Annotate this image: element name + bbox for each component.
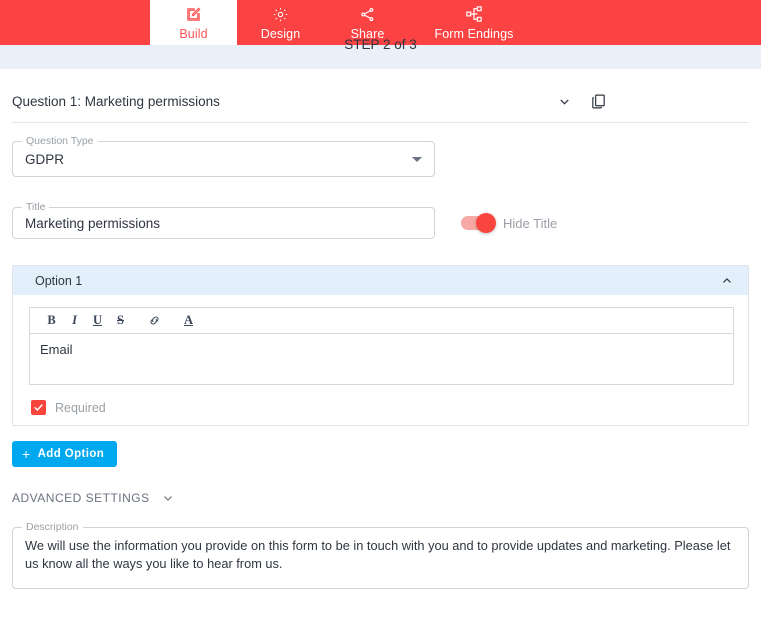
option-panel-header[interactable]: Option 1	[13, 266, 748, 295]
question-header-title: Question 1: Marketing permissions	[12, 94, 220, 109]
rich-text-toolbar: B I U S A	[29, 307, 734, 333]
hide-title-toggle-knob	[476, 213, 496, 233]
question-editor-panel: Question 1: Marketing permissions Questi…	[0, 81, 761, 621]
chevron-down-icon	[161, 491, 175, 505]
description-row: Description We will use the information …	[12, 521, 749, 589]
step-banner: STEP 2 of 3	[0, 37, 761, 69]
title-field-label: Title	[22, 201, 50, 213]
question-type-select[interactable]: Question Type GDPR	[12, 135, 435, 177]
description-field[interactable]: Description We will use the information …	[12, 521, 749, 589]
question-type-row: Question Type GDPR	[12, 135, 435, 177]
add-option-button[interactable]: + Add Option	[12, 441, 118, 467]
chevron-up-icon[interactable]	[720, 274, 734, 288]
description-textarea[interactable]: We will use the information you provide …	[25, 537, 736, 579]
strikethrough-icon[interactable]: S	[109, 310, 132, 332]
title-field[interactable]: Title	[12, 201, 435, 239]
bold-icon[interactable]: B	[40, 310, 63, 332]
question-header-actions	[557, 93, 607, 110]
step-indicator-text: STEP 2 of 3	[344, 37, 417, 52]
option-panel-label: Option 1	[35, 273, 83, 288]
option-panel: Option 1 B I U S A Email Required	[12, 265, 749, 426]
sitemap-icon	[465, 5, 483, 24]
text-color-icon[interactable]: A	[177, 310, 200, 332]
italic-icon[interactable]: I	[63, 310, 86, 332]
hide-title-toggle-track[interactable]	[461, 213, 496, 233]
question-type-value: GDPR	[25, 151, 65, 167]
title-row: Title Hide Title	[12, 201, 749, 239]
title-input[interactable]	[25, 215, 422, 231]
chevron-down-icon[interactable]	[557, 94, 572, 109]
copy-icon[interactable]	[590, 93, 607, 110]
plus-icon: +	[22, 446, 31, 462]
hide-title-label: Hide Title	[503, 215, 558, 231]
advanced-settings-toggle[interactable]: ADVANCED SETTINGS	[12, 491, 175, 505]
share-icon	[359, 5, 376, 24]
underline-icon[interactable]: U	[86, 310, 109, 332]
required-checkbox[interactable]	[31, 400, 46, 415]
required-checkbox-row[interactable]: Required	[31, 400, 734, 415]
required-label: Required	[55, 400, 106, 415]
hide-title-toggle[interactable]: Hide Title	[461, 213, 558, 233]
description-label: Description	[22, 521, 83, 533]
link-icon[interactable]	[143, 310, 166, 332]
pencil-square-icon	[185, 5, 202, 24]
question-header: Question 1: Marketing permissions	[12, 81, 749, 123]
gear-icon	[272, 5, 289, 24]
add-option-label: Add Option	[37, 448, 105, 460]
question-type-label: Question Type	[22, 135, 98, 147]
option-panel-body: B I U S A Email Required	[13, 295, 748, 425]
option-text-editor[interactable]: Email	[29, 333, 734, 385]
dropdown-caret-icon[interactable]	[412, 156, 422, 162]
advanced-settings-label: ADVANCED SETTINGS	[12, 491, 150, 505]
